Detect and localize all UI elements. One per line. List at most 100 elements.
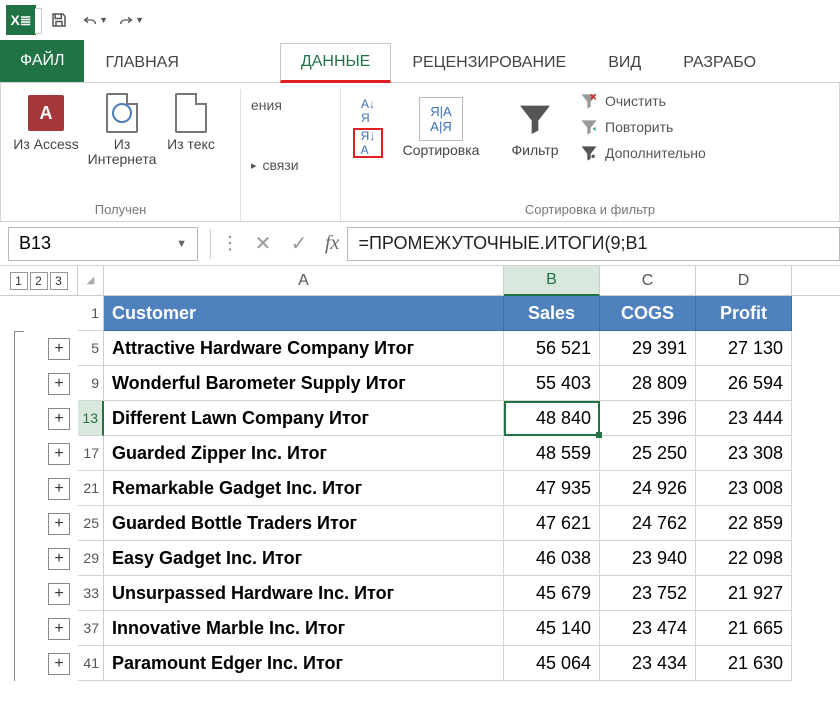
tab-review[interactable]: РЕЦЕНЗИРОВАНИЕ: [391, 44, 587, 82]
tab-developer[interactable]: РАЗРАБО: [662, 44, 777, 82]
outline-expand-button[interactable]: +: [48, 373, 70, 395]
outline-level-3[interactable]: 3: [50, 272, 68, 290]
cell[interactable]: 23 434: [600, 646, 696, 681]
connections-item-2[interactable]: ▸связи: [251, 155, 330, 175]
cell[interactable]: 47 935: [504, 471, 600, 506]
name-box-dropdown-icon[interactable]: ▼: [176, 238, 187, 250]
outline-level-2[interactable]: 2: [30, 272, 48, 290]
cell[interactable]: 48 840: [504, 401, 600, 436]
formula-input[interactable]: =ПРОМЕЖУТОЧНЫЕ.ИТОГИ(9;В1: [347, 227, 840, 261]
row-number[interactable]: 25: [78, 506, 104, 541]
column-header-b[interactable]: B: [504, 266, 600, 296]
from-web-button[interactable]: Из Интернета: [87, 89, 157, 168]
cell[interactable]: 21 927: [696, 576, 792, 611]
tab-view[interactable]: ВИД: [587, 44, 662, 82]
cell[interactable]: 22 859: [696, 506, 792, 541]
cell[interactable]: 46 038: [504, 541, 600, 576]
cell[interactable]: 45 064: [504, 646, 600, 681]
row-number[interactable]: 5: [78, 331, 104, 366]
cell[interactable]: Paramount Edger Inc. Итог: [104, 646, 504, 681]
cell[interactable]: 25 250: [600, 436, 696, 471]
outline-expand-button[interactable]: +: [48, 513, 70, 535]
cell[interactable]: 23 940: [600, 541, 696, 576]
cell[interactable]: 23 752: [600, 576, 696, 611]
cell[interactable]: Innovative Marble Inc. Итог: [104, 611, 504, 646]
cell[interactable]: Unsurpassed Hardware Inc. Итог: [104, 576, 504, 611]
header-sales[interactable]: Sales: [504, 296, 600, 331]
header-customer[interactable]: Customer: [104, 296, 504, 331]
save-button[interactable]: [46, 7, 72, 33]
name-box[interactable]: B13 ▼: [8, 227, 198, 261]
outline-expand-button[interactable]: +: [48, 583, 70, 605]
cell[interactable]: 23 308: [696, 436, 792, 471]
row-number[interactable]: 41: [78, 646, 104, 681]
outline-expand-button[interactable]: +: [48, 338, 70, 360]
sort-ascending-button[interactable]: А↓Я: [353, 96, 383, 126]
row-number[interactable]: 21: [78, 471, 104, 506]
cell[interactable]: 23 444: [696, 401, 792, 436]
header-profit[interactable]: Profit: [696, 296, 792, 331]
cell[interactable]: 21 665: [696, 611, 792, 646]
column-header-a[interactable]: A: [104, 266, 504, 295]
outline-expand-button[interactable]: +: [48, 653, 70, 675]
select-all-corner[interactable]: ◢: [78, 266, 104, 295]
cell[interactable]: 28 809: [600, 366, 696, 401]
outline-expand-button[interactable]: +: [48, 408, 70, 430]
row-number[interactable]: 37: [78, 611, 104, 646]
cell[interactable]: 22 098: [696, 541, 792, 576]
cell[interactable]: 47 621: [504, 506, 600, 541]
cell[interactable]: Remarkable Gadget Inc. Итог: [104, 471, 504, 506]
accept-formula-button[interactable]: ✓: [281, 227, 317, 261]
cell[interactable]: 23 474: [600, 611, 696, 646]
cell[interactable]: Attractive Hardware Company Итог: [104, 331, 504, 366]
cell[interactable]: 45 679: [504, 576, 600, 611]
cell[interactable]: 56 521: [504, 331, 600, 366]
cell[interactable]: 24 926: [600, 471, 696, 506]
row-number[interactable]: 33: [78, 576, 104, 611]
tab-home[interactable]: ГЛАВНАЯ: [84, 44, 199, 82]
filter-button[interactable]: Фильтр: [497, 95, 573, 158]
cell[interactable]: 55 403: [504, 366, 600, 401]
outline-expand-button[interactable]: +: [48, 443, 70, 465]
from-text-button[interactable]: Из текс: [163, 89, 219, 152]
from-access-button[interactable]: A Из Access: [11, 89, 81, 152]
outline-expand-button[interactable]: +: [48, 548, 70, 570]
column-header-d[interactable]: D: [696, 266, 792, 295]
header-cogs[interactable]: COGS: [600, 296, 696, 331]
cell[interactable]: Guarded Zipper Inc. Итог: [104, 436, 504, 471]
row-number[interactable]: 13: [78, 401, 104, 436]
cell[interactable]: 29 391: [600, 331, 696, 366]
outline-expand-button[interactable]: +: [48, 618, 70, 640]
column-header-c[interactable]: C: [600, 266, 696, 295]
cell[interactable]: Guarded Bottle Traders Итог: [104, 506, 504, 541]
undo-button[interactable]: ▼: [82, 7, 108, 33]
row-number-1[interactable]: 1: [78, 296, 104, 331]
advanced-filter-button[interactable]: Дополнительно: [579, 141, 706, 165]
connections-item-1[interactable]: ения: [251, 95, 330, 115]
cell[interactable]: 26 594: [696, 366, 792, 401]
cancel-formula-button[interactable]: ✕: [245, 227, 281, 261]
redo-button[interactable]: ▼: [118, 7, 144, 33]
cell[interactable]: Different Lawn Company Итог: [104, 401, 504, 436]
cell[interactable]: Easy Gadget Inc. Итог: [104, 541, 504, 576]
outline-level-1[interactable]: 1: [10, 272, 28, 290]
sort-descending-button[interactable]: Я↓А: [353, 128, 383, 158]
cell[interactable]: 23 008: [696, 471, 792, 506]
outline-expand-button[interactable]: +: [48, 478, 70, 500]
tab-data[interactable]: ДАННЫЕ: [280, 43, 391, 83]
row-number[interactable]: 9: [78, 366, 104, 401]
cell[interactable]: 48 559: [504, 436, 600, 471]
tab-file[interactable]: ФАЙЛ: [0, 40, 84, 82]
reapply-filter-button[interactable]: Повторить: [579, 115, 706, 139]
cell[interactable]: Wonderful Barometer Supply Итог: [104, 366, 504, 401]
cell[interactable]: 27 130: [696, 331, 792, 366]
cell[interactable]: 21 630: [696, 646, 792, 681]
cell[interactable]: 45 140: [504, 611, 600, 646]
row-number[interactable]: 17: [78, 436, 104, 471]
fx-icon[interactable]: fx: [317, 232, 347, 255]
clear-filter-button[interactable]: Очистить: [579, 89, 706, 113]
row-number[interactable]: 29: [78, 541, 104, 576]
cell[interactable]: 24 762: [600, 506, 696, 541]
cell[interactable]: 25 396: [600, 401, 696, 436]
sort-button[interactable]: Я|АА|Я Сортировка: [391, 95, 491, 158]
